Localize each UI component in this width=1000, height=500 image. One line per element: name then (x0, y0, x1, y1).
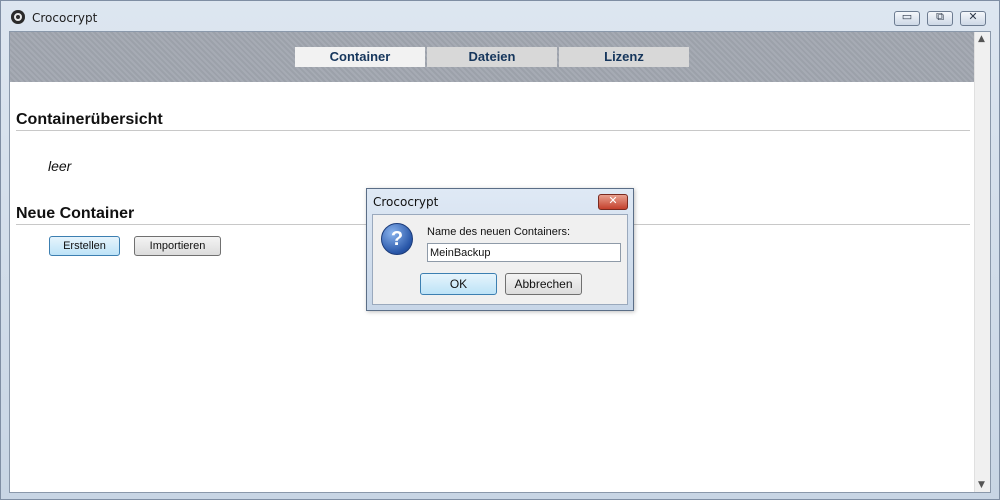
container-overview-heading: Containerübersicht (16, 111, 163, 128)
dialog-close-button[interactable]: ✕ (598, 194, 628, 210)
maximize-icon: ⧉ (936, 10, 944, 23)
empty-list-text: leer (48, 158, 72, 174)
question-icon: ? (381, 223, 413, 255)
tab-container[interactable]: Container (295, 47, 425, 67)
scroll-down-arrow-icon[interactable]: ▼ (978, 480, 985, 490)
dialog-title: Crococrypt (373, 195, 439, 209)
minimize-button[interactable]: ▭ (894, 10, 920, 26)
dialog-body: ? Name des neuen Containers: OK Abbreche… (372, 214, 628, 305)
container-name-input[interactable] (427, 243, 621, 262)
minimize-icon: ▭ (901, 10, 913, 23)
new-container-dialog: Crococrypt ✕ ? Name des neuen Containers… (366, 188, 634, 311)
nav-bar: Container Dateien Lizenz (10, 32, 976, 82)
import-button[interactable]: Importieren (134, 236, 221, 256)
tab-lizenz[interactable]: Lizenz (559, 47, 689, 67)
new-container-heading: Neue Container (16, 205, 135, 222)
close-icon: ✕ (968, 10, 978, 23)
tab-dateien[interactable]: Dateien (427, 47, 557, 67)
title-bar[interactable]: Crococrypt ▭ ⧉ ✕ (1, 1, 999, 31)
scroll-up-arrow-icon[interactable]: ▲ (978, 34, 985, 44)
close-button[interactable]: ✕ (960, 10, 986, 26)
vertical-scrollbar[interactable]: ▲ ▼ (974, 32, 990, 492)
maximize-button[interactable]: ⧉ (927, 10, 953, 26)
ok-button[interactable]: OK (420, 273, 497, 295)
create-button[interactable]: Erstellen (49, 236, 120, 256)
close-icon: ✕ (608, 194, 618, 207)
window-title: Crococrypt (32, 11, 98, 25)
crococrypt-logo-icon (11, 10, 25, 24)
cancel-button[interactable]: Abbrechen (505, 273, 582, 295)
dialog-prompt: Name des neuen Containers: (427, 226, 571, 238)
overview-divider (16, 130, 970, 131)
